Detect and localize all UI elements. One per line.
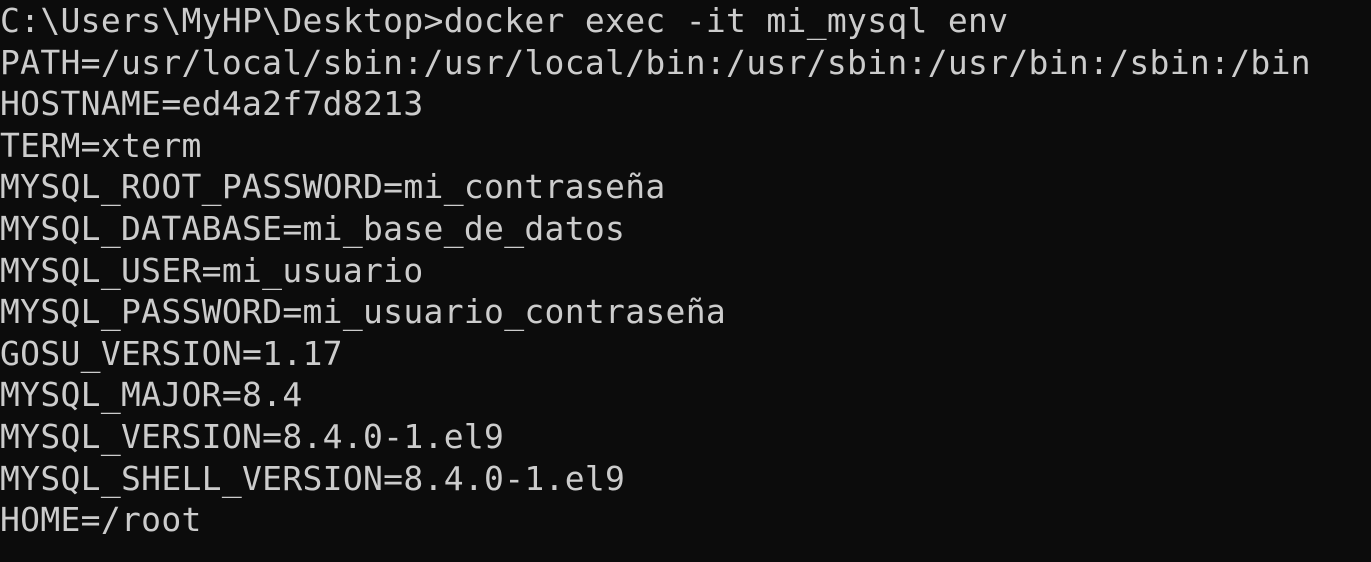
command-line[interactable]: C:\Users\MyHP\Desktop>docker exec -it mi… bbox=[0, 0, 1371, 42]
env-line-mysql-version: MYSQL_VERSION=8.4.0-1.el9 bbox=[0, 416, 505, 456]
env-line-mysql-password: MYSQL_PASSWORD=mi_usuario_contraseña bbox=[0, 292, 727, 332]
terminal-window[interactable]: C:\Users\MyHP\Desktop>docker exec -it mi… bbox=[0, 0, 1371, 562]
env-line-path: PATH=/usr/local/sbin:/usr/local/bin:/usr… bbox=[0, 42, 1311, 82]
env-line-term: TERM=xterm bbox=[0, 125, 202, 165]
env-line-mysql-major: MYSQL_MAJOR=8.4 bbox=[0, 375, 303, 415]
env-line-mysql-user: MYSQL_USER=mi_usuario bbox=[0, 250, 424, 290]
command-text: docker exec -it mi_mysql env bbox=[443, 1, 1009, 40]
env-line-mysql-shell-version: MYSQL_SHELL_VERSION=8.4.0-1.el9 bbox=[0, 458, 626, 498]
env-line-mysql-database: MYSQL_DATABASE=mi_base_de_datos bbox=[0, 208, 626, 248]
env-line-mysql-root-password: MYSQL_ROOT_PASSWORD=mi_contraseña bbox=[0, 167, 666, 207]
command-output: PATH=/usr/local/sbin:/usr/local/bin:/usr… bbox=[0, 42, 1371, 541]
env-line-gosu-version: GOSU_VERSION=1.17 bbox=[0, 333, 343, 373]
env-line-home: HOME=/root bbox=[0, 500, 202, 540]
env-line-hostname: HOSTNAME=ed4a2f7d8213 bbox=[0, 84, 424, 124]
command-prompt: C:\Users\MyHP\Desktop> bbox=[0, 1, 444, 40]
